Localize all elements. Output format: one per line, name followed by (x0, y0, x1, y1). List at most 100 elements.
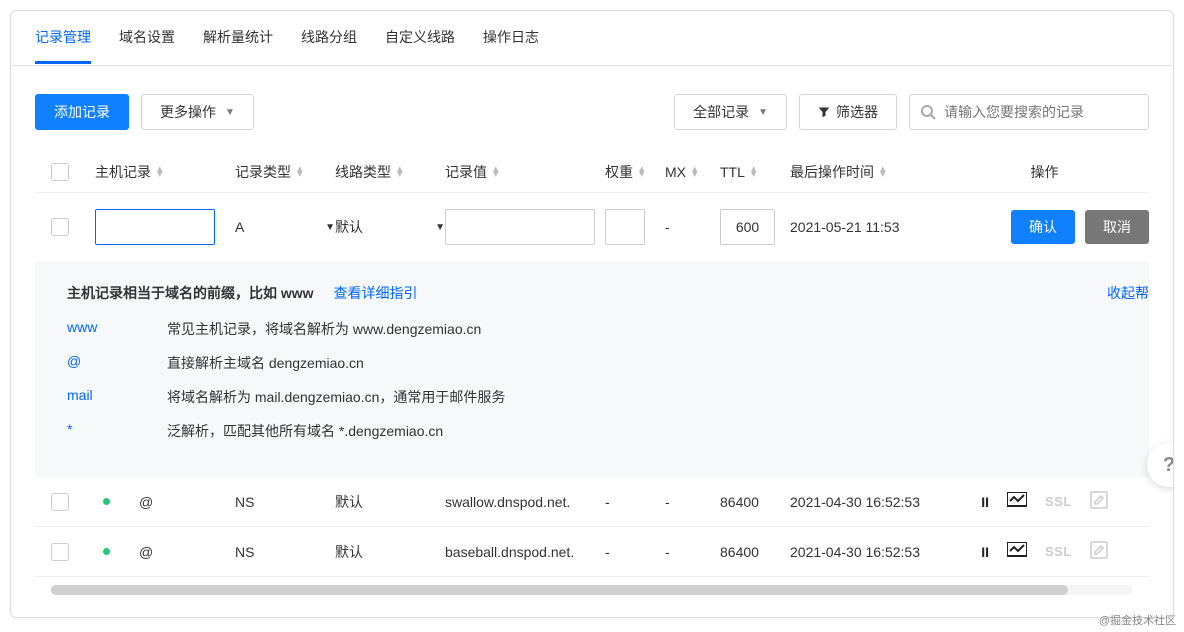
filter-icon (818, 106, 830, 118)
content-area: 添加记录 更多操作 ▼ 全部记录 ▼ 筛选器 主机记录 ▴▾ 记录类型 ▴▾ (11, 94, 1173, 595)
table-row: @ NS 默认 swallow.dnspod.net. - - 86400 20… (35, 477, 1149, 527)
row-checkbox[interactable] (51, 218, 69, 236)
sort-icon[interactable]: ▴▾ (639, 167, 645, 177)
ttl-input[interactable]: 600 (720, 209, 775, 245)
watermark: @掘金技术社区 (1099, 612, 1176, 628)
cell-type: NS (235, 544, 254, 560)
cell-line: 默认 (335, 542, 363, 562)
search-input[interactable] (944, 104, 1138, 120)
all-records-dropdown[interactable]: 全部记录 ▼ (674, 94, 787, 130)
mx-display: - (665, 219, 670, 235)
guide-link[interactable]: 查看详细指引 (333, 285, 417, 301)
col-type: 记录类型 (235, 162, 291, 182)
cell-ttl: 86400 (720, 544, 759, 560)
status-dot-active (103, 498, 110, 505)
more-actions-label: 更多操作 (160, 102, 216, 122)
tab-domain-settings[interactable]: 域名设置 (119, 27, 175, 64)
cell-weight: - (605, 494, 610, 510)
cell-type: NS (235, 494, 254, 510)
edit-record-row: A▼ 默认▼ - 600 2021-05-21 11:53 确认 取消 (35, 193, 1149, 261)
help-key-mail[interactable]: mail (67, 387, 167, 407)
tab-logs[interactable]: 操作日志 (483, 27, 539, 64)
col-host: 主机记录 (95, 162, 151, 182)
help-key-star[interactable]: * (67, 421, 167, 441)
cell-time: 2021-04-30 16:52:53 (790, 544, 920, 560)
chevron-down-icon: ▼ (225, 107, 235, 118)
cell-host: @ (139, 544, 153, 560)
pause-icon[interactable]: II (981, 494, 989, 510)
row-checkbox[interactable] (51, 493, 69, 511)
monitor-icon[interactable] (1007, 542, 1027, 561)
cell-value: swallow.dnspod.net. (445, 494, 570, 510)
select-all-checkbox[interactable] (51, 163, 69, 181)
more-actions-button[interactable]: 更多操作 ▼ (141, 94, 254, 130)
row-checkbox[interactable] (51, 543, 69, 561)
chevron-down-icon: ▼ (758, 107, 768, 118)
host-input[interactable] (95, 209, 215, 245)
col-time: 最后操作时间 (790, 162, 874, 182)
scrollbar-thumb[interactable] (51, 585, 1068, 595)
filter-label: 筛选器 (836, 102, 878, 122)
sort-icon[interactable]: ▴▾ (493, 167, 499, 177)
help-desc: 泛解析，匹配其他所有域名 *.dengzemiao.cn (167, 421, 443, 441)
status-dot-active (103, 548, 110, 555)
help-key-www[interactable]: www (67, 319, 167, 339)
col-weight: 权重 (605, 162, 633, 182)
search-icon (920, 104, 936, 120)
cell-mx: - (665, 544, 670, 560)
col-ttl: TTL (720, 164, 745, 180)
cell-weight: - (605, 544, 610, 560)
toolbar: 添加记录 更多操作 ▼ 全部记录 ▼ 筛选器 (35, 94, 1149, 130)
help-key-at[interactable]: @ (67, 353, 167, 373)
col-value: 记录值 (445, 162, 487, 182)
cell-host: @ (139, 494, 153, 510)
dns-console-window: 记录管理 域名设置 解析量统计 线路分组 自定义线路 操作日志 添加记录 更多操… (10, 10, 1174, 618)
sort-icon[interactable]: ▴▾ (297, 167, 303, 177)
search-box[interactable] (909, 94, 1149, 130)
ssl-badge: SSL (1045, 494, 1072, 509)
tab-records[interactable]: 记录管理 (35, 27, 91, 64)
value-input[interactable] (445, 209, 595, 245)
help-desc: 直接解析主域名 dengzemiao.cn (167, 353, 364, 373)
cell-ttl: 86400 (720, 494, 759, 510)
edit-icon (1090, 541, 1108, 562)
horizontal-scrollbar[interactable] (51, 585, 1133, 595)
all-records-label: 全部记录 (693, 102, 749, 122)
add-record-button[interactable]: 添加记录 (35, 94, 129, 130)
col-line: 线路类型 (335, 162, 391, 182)
collapse-help-link[interactable]: 收起帮 (1107, 283, 1149, 303)
sort-icon[interactable]: ▴▾ (397, 167, 403, 177)
table-header: 主机记录 ▴▾ 记录类型 ▴▾ 线路类型 ▴▾ 记录值 ▴▾ 权重 ▴▾ MX ▴▾ TTL… (35, 152, 1149, 193)
help-panel: 主机记录相当于域名的前缀，比如 www 查看详细指引 www常见主机记录，将域名… (35, 261, 1149, 477)
pause-icon[interactable]: II (981, 544, 989, 560)
nav-tabs: 记录管理 域名设置 解析量统计 线路分组 自定义线路 操作日志 (11, 11, 1173, 65)
tab-custom-line[interactable]: 自定义线路 (385, 27, 455, 64)
time-display: 2021-05-21 11:53 (790, 219, 900, 235)
help-desc: 将域名解析为 mail.dengzemiao.cn，通常用于邮件服务 (167, 387, 505, 407)
tab-line-group[interactable]: 线路分组 (301, 27, 357, 64)
col-actions: 操作 (1031, 162, 1059, 182)
sort-icon[interactable]: ▴▾ (692, 167, 698, 177)
cancel-button[interactable]: 取消 (1085, 210, 1149, 244)
weight-input[interactable] (605, 209, 645, 245)
sort-icon[interactable]: ▴▾ (880, 167, 886, 177)
help-desc: 常见主机记录，将域名解析为 www.dengzemiao.cn (167, 319, 481, 339)
line-select-value[interactable]: 默认 (335, 217, 363, 237)
sort-icon[interactable]: ▴▾ (157, 167, 163, 177)
sort-icon[interactable]: ▴▾ (751, 167, 757, 177)
filter-button[interactable]: 筛选器 (799, 94, 897, 130)
ssl-badge: SSL (1045, 544, 1072, 559)
help-title: 主机记录相当于域名的前缀，比如 www 查看详细指引 (67, 283, 1117, 303)
col-mx: MX (665, 164, 686, 180)
type-select-value[interactable]: A (235, 219, 244, 235)
edit-icon (1090, 491, 1108, 512)
cell-value: baseball.dnspod.net. (445, 544, 574, 560)
cell-mx: - (665, 494, 670, 510)
cell-time: 2021-04-30 16:52:53 (790, 494, 920, 510)
confirm-button[interactable]: 确认 (1011, 210, 1075, 244)
monitor-icon[interactable] (1007, 492, 1027, 511)
table-row: @ NS 默认 baseball.dnspod.net. - - 86400 2… (35, 527, 1149, 577)
chevron-down-icon[interactable]: ▼ (325, 222, 335, 233)
chevron-down-icon[interactable]: ▼ (435, 222, 445, 233)
tab-analytics[interactable]: 解析量统计 (203, 27, 273, 64)
